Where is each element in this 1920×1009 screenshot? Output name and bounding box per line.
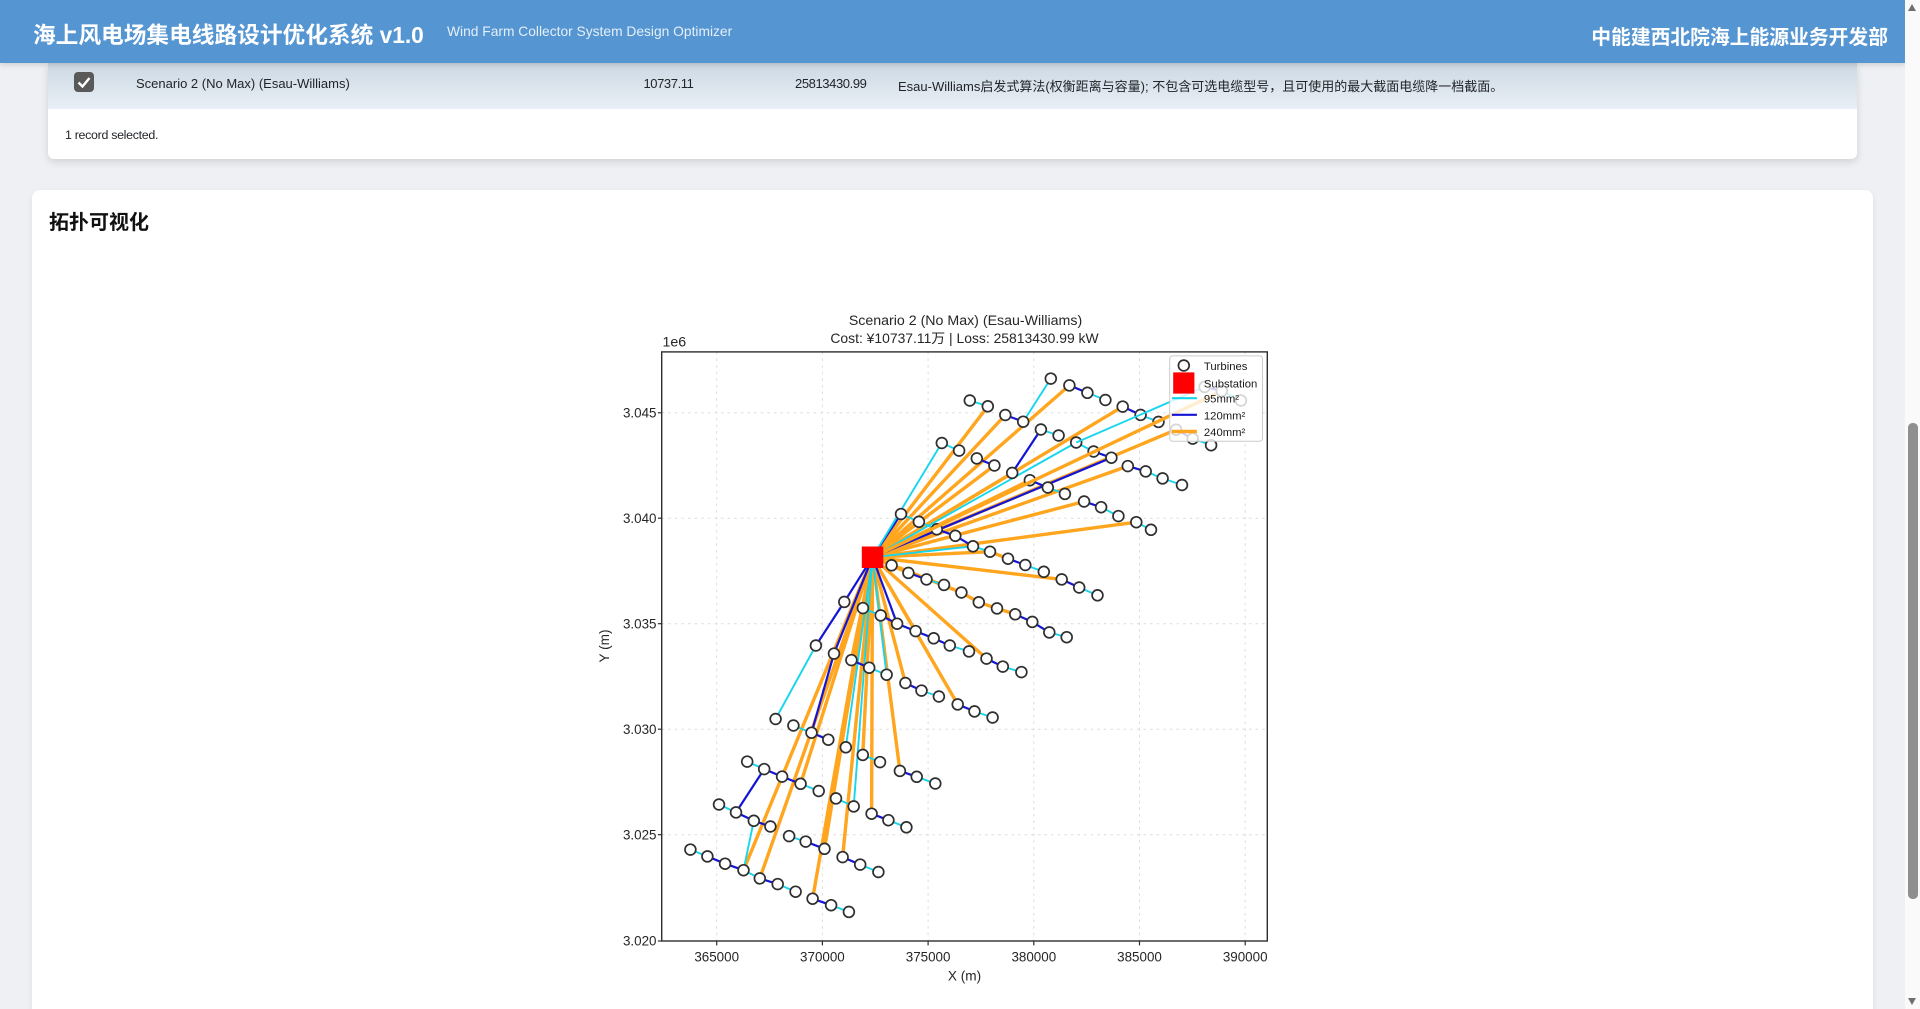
- svg-text:X (m): X (m): [948, 969, 981, 984]
- svg-text:3.025: 3.025: [623, 827, 657, 842]
- svg-text:390000: 390000: [1223, 950, 1268, 965]
- svg-text:375000: 375000: [906, 950, 951, 965]
- svg-text:3.030: 3.030: [623, 722, 657, 737]
- svg-text:380000: 380000: [1011, 950, 1056, 965]
- svg-text:Substation: Substation: [1204, 379, 1257, 391]
- svg-text:120mm²: 120mm²: [1204, 410, 1246, 422]
- svg-text:385000: 385000: [1117, 950, 1162, 965]
- svg-text:Cost: ¥10737.11万 | Loss: 25813: Cost: ¥10737.11万 | Loss: 25813430.99 kW: [830, 330, 1099, 346]
- svg-text:240mm²: 240mm²: [1204, 427, 1246, 439]
- svg-text:95mm²: 95mm²: [1204, 394, 1239, 406]
- svg-text:3.020: 3.020: [623, 934, 657, 949]
- svg-text:3.035: 3.035: [623, 616, 657, 631]
- svg-text:370000: 370000: [800, 950, 845, 965]
- svg-text:365000: 365000: [694, 950, 739, 965]
- svg-text:Y (m): Y (m): [597, 630, 612, 663]
- svg-text:3.040: 3.040: [623, 511, 657, 526]
- svg-text:1e6: 1e6: [663, 335, 687, 351]
- svg-text:Turbines: Turbines: [1204, 361, 1248, 373]
- svg-text:Scenario 2 (No Max) (Esau-Will: Scenario 2 (No Max) (Esau-Williams): [849, 313, 1082, 329]
- svg-text:3.045: 3.045: [623, 405, 657, 420]
